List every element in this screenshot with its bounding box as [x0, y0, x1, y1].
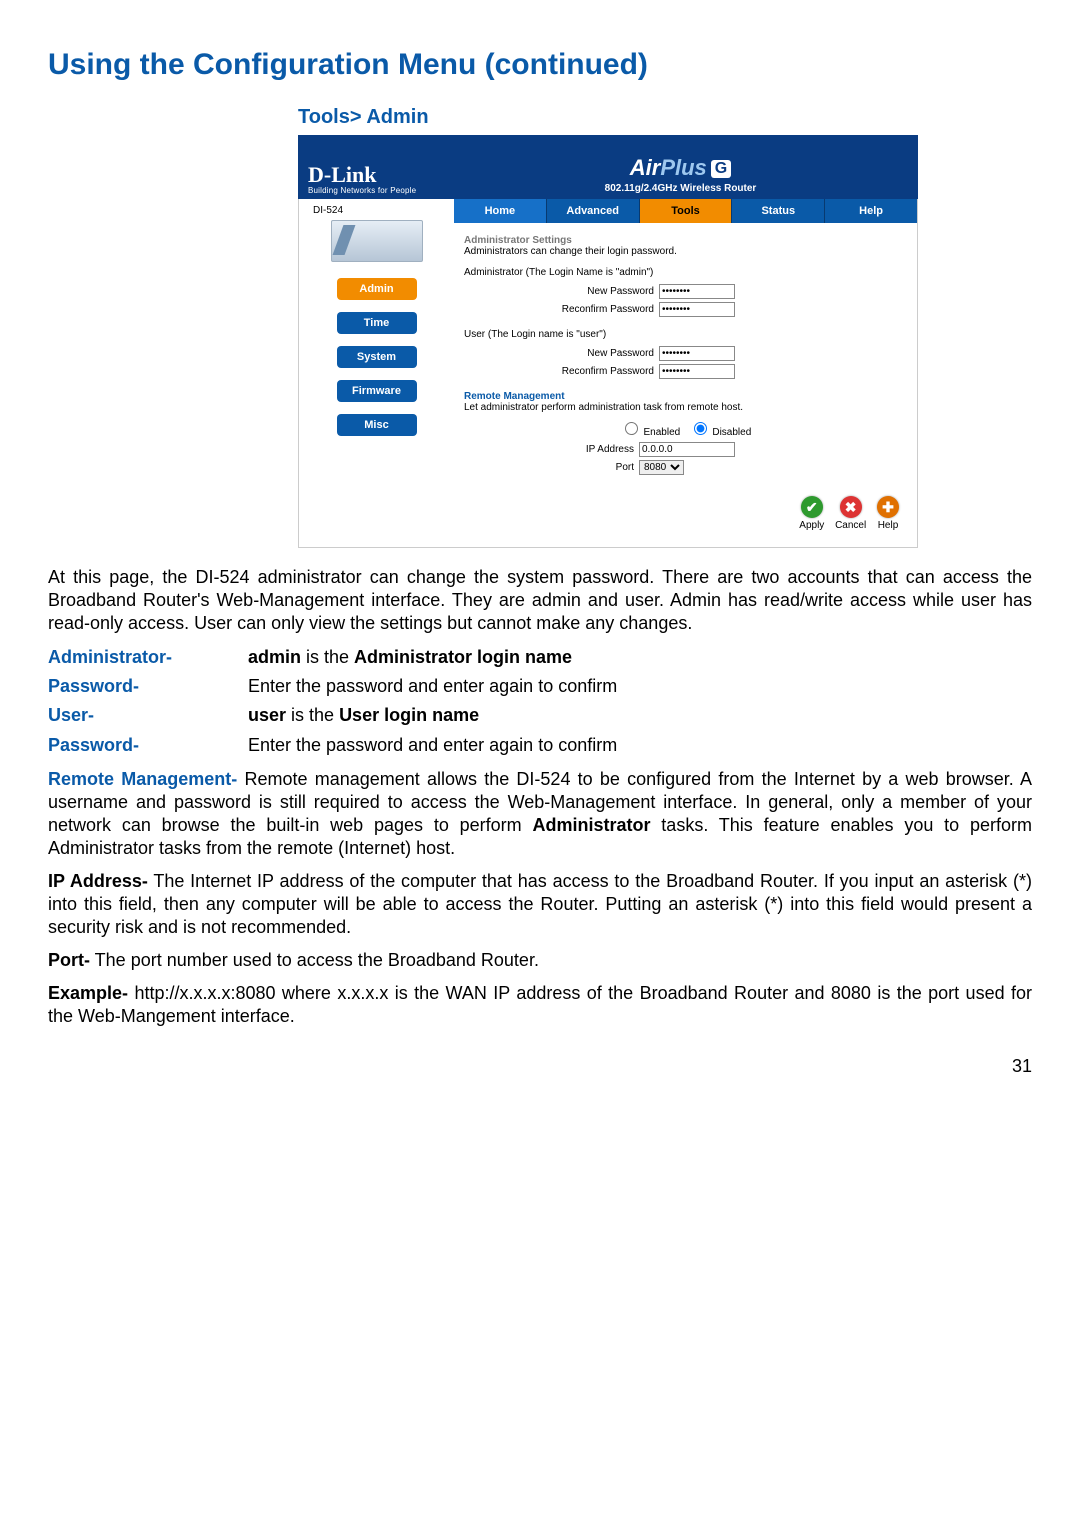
- ip-address-term: IP Address-: [48, 871, 148, 891]
- sidebar-item-admin[interactable]: Admin: [337, 278, 417, 300]
- tab-home[interactable]: Home: [454, 199, 547, 223]
- port-label: Port: [464, 462, 639, 473]
- reconfirm-password-label: Reconfirm Password: [464, 304, 659, 315]
- admin-settings-head: Administrator Settings: [464, 235, 907, 246]
- example-paragraph: Example- http://x.x.x.x:8080 where x.x.x…: [48, 982, 1032, 1028]
- tab-status[interactable]: Status: [732, 199, 825, 223]
- definition-term: User-: [48, 703, 248, 728]
- device-image: [331, 220, 423, 262]
- admin-section-label: Administrator (The Login Name is "admin"…: [464, 267, 907, 278]
- admin-settings-sub: Administrators can change their login pa…: [464, 246, 907, 257]
- tab-advanced[interactable]: Advanced: [547, 199, 640, 223]
- user-section-label: User (The Login name is "user"): [464, 329, 907, 340]
- sidebar-item-firmware[interactable]: Firmware: [337, 380, 417, 402]
- help-button[interactable]: ✚ Help: [877, 496, 899, 531]
- main-tabs: HomeAdvancedToolsStatusHelp: [454, 199, 917, 223]
- cancel-label: Cancel: [835, 520, 866, 531]
- brand-subtitle: 802.11g/2.4GHz Wireless Router: [443, 183, 918, 194]
- brand-logo: D-Link Building Networks for People: [298, 158, 443, 199]
- admin-new-password-input[interactable]: [659, 284, 735, 299]
- logo-tagline: Building Networks for People: [308, 186, 443, 195]
- router-main: HomeAdvancedToolsStatusHelp Administrato…: [454, 199, 917, 547]
- cancel-icon: ✖: [840, 496, 862, 518]
- enabled-label: Enabled: [644, 427, 681, 438]
- intro-paragraph: At this page, the DI-524 administrator c…: [48, 566, 1032, 635]
- example-term: Example-: [48, 983, 128, 1003]
- sidebar-item-misc[interactable]: Misc: [337, 414, 417, 436]
- router-sidebar: DI-524 Admin Time System Firmware Misc: [299, 199, 454, 547]
- apply-label: Apply: [799, 520, 824, 531]
- definition-term: Administrator-: [48, 645, 248, 670]
- ip-address-paragraph: IP Address- The Internet IP address of t…: [48, 870, 1032, 939]
- brand-g: G: [711, 160, 731, 178]
- definition-text: user is the User login name: [248, 703, 1032, 728]
- enabled-radio[interactable]: Enabled: [620, 427, 680, 438]
- help-label: Help: [878, 520, 899, 531]
- brand-plus: Plus: [660, 155, 706, 180]
- cancel-button[interactable]: ✖ Cancel: [835, 496, 866, 531]
- page-title: Using the Configuration Menu (continued): [48, 48, 1032, 82]
- remote-management-head: Remote Management: [464, 391, 907, 402]
- remote-management-sub: Let administrator perform administration…: [464, 402, 907, 413]
- ip-address-label: IP Address: [464, 444, 639, 455]
- definition-list: Administrator-admin is the Administrator…: [48, 645, 1032, 758]
- port-paragraph: Port- The port number used to access the…: [48, 949, 1032, 972]
- model-label: DI-524: [309, 205, 444, 216]
- page-number: 31: [48, 1056, 1032, 1077]
- reconfirm-password-label: Reconfirm Password: [464, 366, 659, 377]
- remote-management-term: Remote Management-: [48, 769, 237, 789]
- sidebar-item-system[interactable]: System: [337, 346, 417, 368]
- definition-text: admin is the Administrator login name: [248, 645, 1032, 670]
- port-term: Port-: [48, 950, 90, 970]
- port-select[interactable]: 8080: [639, 460, 684, 475]
- help-icon: ✚: [877, 496, 899, 518]
- sidebar-item-time[interactable]: Time: [337, 312, 417, 334]
- disabled-radio[interactable]: Disabled: [689, 427, 752, 438]
- remote-management-paragraph: Remote Management- Remote management all…: [48, 768, 1032, 860]
- user-new-password-input[interactable]: [659, 346, 735, 361]
- tab-help[interactable]: Help: [825, 199, 917, 223]
- definition-text: Enter the password and enter again to co…: [248, 733, 1032, 758]
- definition-text: Enter the password and enter again to co…: [248, 674, 1032, 699]
- definition-term: Password-: [48, 674, 248, 699]
- router-header: D-Link Building Networks for People AirP…: [298, 135, 918, 199]
- user-reconfirm-password-input[interactable]: [659, 364, 735, 379]
- ip-address-input[interactable]: [639, 442, 735, 457]
- check-icon: ✔: [801, 496, 823, 518]
- logo-text: D-Link: [308, 164, 443, 186]
- breadcrumb: Tools> Admin: [298, 106, 1032, 129]
- tab-tools[interactable]: Tools: [640, 199, 733, 223]
- new-password-label: New Password: [464, 286, 659, 297]
- definition-term: Password-: [48, 733, 248, 758]
- router-screenshot: D-Link Building Networks for People AirP…: [298, 135, 918, 548]
- brand-air: Air: [630, 155, 661, 180]
- apply-button[interactable]: ✔ Apply: [799, 496, 824, 531]
- disabled-label: Disabled: [712, 427, 751, 438]
- new-password-label: New Password: [464, 348, 659, 359]
- product-brand: AirPlus G 802.11g/2.4GHz Wireless Router: [443, 155, 918, 199]
- admin-reconfirm-password-input[interactable]: [659, 302, 735, 317]
